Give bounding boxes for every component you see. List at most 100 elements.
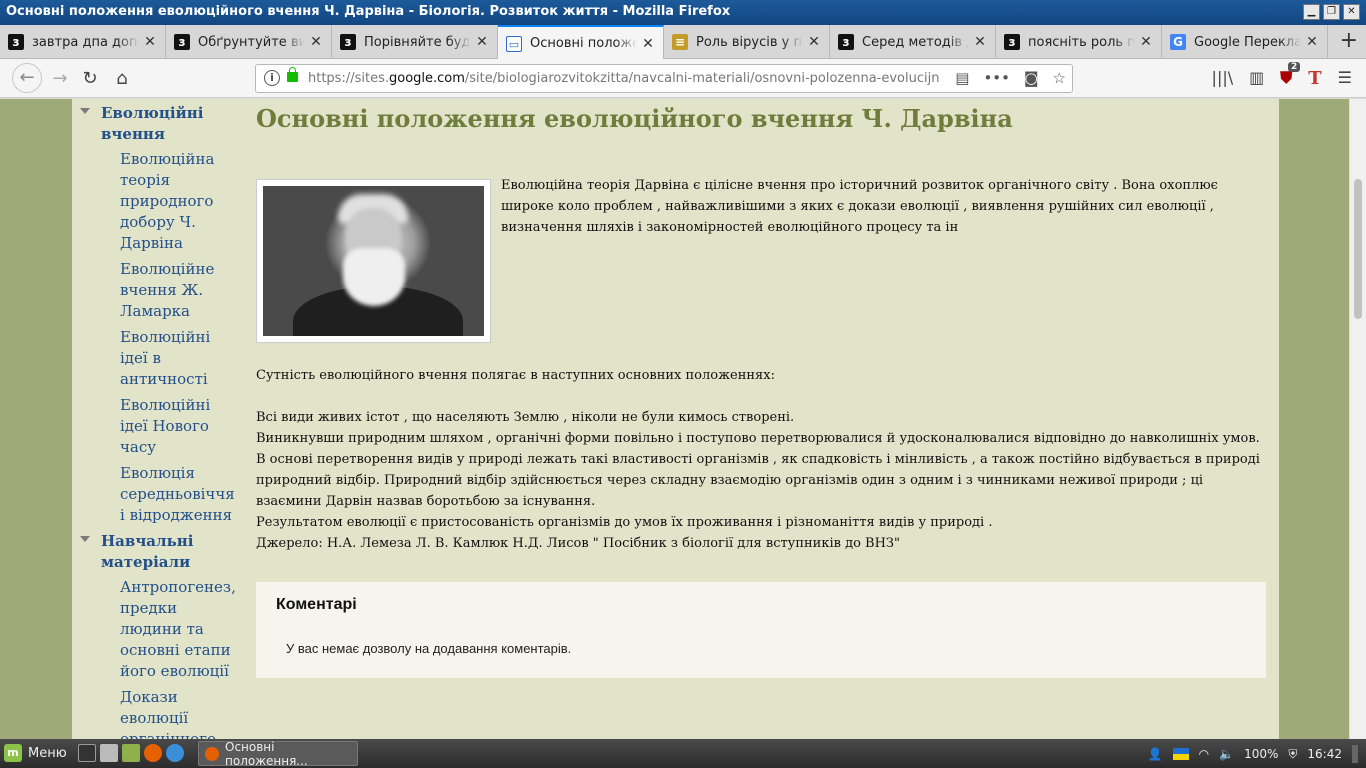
reader-view-icon[interactable]: ▤ (955, 69, 969, 87)
url-bar[interactable]: i https://sites.google.com/site/biologia… (255, 64, 1073, 93)
volume-icon[interactable]: 🔈 (1219, 747, 1234, 761)
tab-6[interactable]: з поясніть роль при ✕ (996, 25, 1162, 59)
sidebar-item[interactable]: Еволюційне вчення Ж. Ламарка (120, 259, 235, 322)
page-title: Основні положення еволюційного вчення Ч.… (256, 104, 1013, 133)
firefox-icon (205, 746, 219, 761)
url-text[interactable]: https://sites.google.com/site/biologiaro… (308, 71, 940, 86)
new-tab-icon[interactable]: + (1340, 29, 1358, 53)
tab-bar: з завтра дпа допомо ✕ з Обґрунтуйте вигі… (0, 25, 1366, 60)
home-icon[interactable]: ⌂ (110, 67, 134, 91)
files-icon[interactable] (122, 744, 140, 762)
reload-icon[interactable]: ↻ (78, 67, 102, 91)
sidebar-section-evolution-theories[interactable]: Еволюційні вчення (101, 103, 235, 145)
sidebar-item[interactable]: Еволюційні ідеї Нового часу (120, 395, 235, 458)
ublock-icon[interactable]: ⛊ 2 (1280, 62, 1301, 89)
point-paragraph: Результатом еволюції є пристосованість о… (256, 515, 993, 530)
window-titlebar: Основні положення еволюційного вчення Ч.… (0, 0, 1366, 25)
library-favicon-icon: ≡ (672, 34, 688, 50)
collapse-triangle-icon[interactable] (80, 536, 90, 542)
tab-label: Основні положення (530, 36, 637, 51)
sidebar-nav: Еволюційні вчення Еволюційна теорія прир… (80, 103, 236, 739)
back-arrow-icon[interactable]: ← (12, 63, 42, 93)
point-paragraph: Виникнувши природним шляхом , органічні … (256, 431, 1260, 446)
shield-icon[interactable]: ⛨ (1288, 747, 1297, 762)
darwin-photo (256, 179, 491, 343)
document-favicon-icon: ▭ (506, 35, 522, 52)
page-viewport: Еволюційні вчення Еволюційна теорія прир… (0, 99, 1349, 739)
t-extension-icon[interactable]: T (1308, 68, 1321, 89)
sidebar-item[interactable]: Докази еволюції органічного світу (120, 687, 235, 739)
forward-arrow-icon[interactable]: → (48, 67, 72, 91)
pocket-icon[interactable]: ◙ (1024, 69, 1039, 87)
minimize-button[interactable]: ▁ (1303, 4, 1320, 20)
firefox-icon[interactable] (144, 744, 162, 762)
tab-label: Серед методів дос (862, 34, 969, 50)
close-tab-icon[interactable]: ✕ (641, 36, 655, 52)
scrollbar-thumb[interactable] (1354, 179, 1362, 319)
tab-label: Обґрунтуйте вигід (198, 34, 305, 50)
navigation-bar: ← → ↻ ⌂ i https://sites.google.com/site/… (0, 59, 1366, 98)
tab-label: Порівняйте будову (364, 34, 471, 50)
close-button[interactable]: ✕ (1343, 4, 1360, 20)
tab-5[interactable]: з Серед методів дос ✕ (830, 25, 996, 59)
site-container: Еволюційні вчення Еволюційна теорія прир… (72, 99, 1279, 739)
maximize-button[interactable]: ❐ (1323, 4, 1340, 20)
lead-paragraph: Сутність еволюційного вчення полягає в н… (256, 368, 775, 383)
z-favicon-icon: з (8, 34, 24, 50)
tab-0[interactable]: з завтра дпа допомо ✕ (0, 25, 166, 59)
sidebar-item[interactable]: Еволюційні ідеї в античності (120, 327, 235, 390)
menu-label: Меню (28, 745, 67, 761)
tab-7[interactable]: G Google Перекладач ✕ (1162, 25, 1328, 59)
comments-permission-message: У вас немає дозволу на додавання комента… (286, 641, 572, 656)
sidebar-item[interactable]: Еволюція середньовіччя і відродження (120, 463, 235, 526)
bookmark-star-icon[interactable]: ☆ (1053, 69, 1066, 87)
z-favicon-icon: з (838, 34, 854, 50)
thunderbird-icon[interactable] (166, 744, 184, 762)
library-icon[interactable]: |||\ (1212, 68, 1234, 89)
z-favicon-icon: з (340, 34, 356, 50)
close-tab-icon[interactable]: ✕ (475, 34, 489, 50)
mint-logo-icon: m (4, 744, 22, 762)
keyboard-layout-flag-icon[interactable] (1172, 748, 1189, 760)
info-icon[interactable]: i (264, 70, 280, 86)
close-tab-icon[interactable]: ✕ (1139, 34, 1153, 50)
show-desktop-icon[interactable] (1352, 745, 1358, 763)
user-icon[interactable]: 👤 (1148, 747, 1163, 761)
close-tab-icon[interactable]: ✕ (973, 34, 987, 50)
sidebar-item[interactable]: Еволюційна теорія природного добору Ч. Д… (120, 149, 235, 254)
taskbar-window-label: Основні положення... (225, 739, 308, 768)
hamburger-menu-icon[interactable]: ☰ (1338, 68, 1352, 89)
sidebar-section-study-materials[interactable]: Навчальні матеріали (101, 531, 235, 573)
tab-1[interactable]: з Обґрунтуйте вигід ✕ (166, 25, 332, 59)
volume-level: 100% (1244, 747, 1279, 761)
sidebar-icon[interactable]: ▥ (1249, 68, 1264, 89)
clock[interactable]: 16:42 (1307, 747, 1342, 761)
close-tab-icon[interactable]: ✕ (1305, 34, 1319, 50)
tab-label: Google Перекладач (1194, 34, 1301, 50)
point-paragraph: В основі перетворення видів у природі ле… (256, 452, 1260, 509)
portrait-image (263, 186, 484, 336)
vertical-scrollbar[interactable] (1349, 99, 1366, 739)
terminal-icon[interactable] (78, 744, 96, 762)
article-body: Сутність еволюційного вчення полягає в н… (256, 365, 1266, 554)
start-menu-button[interactable]: m Меню (4, 744, 67, 762)
tab-2[interactable]: з Порівняйте будову ✕ (332, 25, 498, 59)
wifi-icon[interactable]: ◠ (1199, 747, 1209, 761)
tab-label: завтра дпа допомо (32, 34, 139, 50)
source-paragraph: Джерело: Н.А. Лемеза Л. В. Камлюк Н.Д. Л… (256, 536, 900, 551)
tab-label: поясніть роль при (1028, 34, 1135, 50)
taskbar-window-firefox[interactable]: Основні положення... (198, 739, 358, 768)
os-taskbar: m Меню Основні положення... 👤 ◠ 🔈 100% ⛨… (0, 739, 1366, 768)
calculator-icon[interactable] (100, 744, 118, 762)
page-actions-icon[interactable]: ••• (983, 69, 1010, 87)
collapse-triangle-icon[interactable] (80, 108, 90, 114)
lock-icon[interactable] (287, 67, 298, 82)
close-tab-icon[interactable]: ✕ (143, 34, 157, 50)
tab-3-active[interactable]: ▭ Основні положення ✕ (498, 25, 664, 60)
sidebar-item[interactable]: Антропогенез, предки людини та основні е… (120, 577, 236, 682)
tab-4[interactable]: ≡ Роль вірусів у при ✕ (664, 25, 830, 59)
close-tab-icon[interactable]: ✕ (807, 34, 821, 50)
close-tab-icon[interactable]: ✕ (309, 34, 323, 50)
main-content: Основні положення еволюційного вчення Ч.… (256, 99, 1266, 678)
point-paragraph: Всі види живих істот , що населяють Земл… (256, 410, 795, 425)
